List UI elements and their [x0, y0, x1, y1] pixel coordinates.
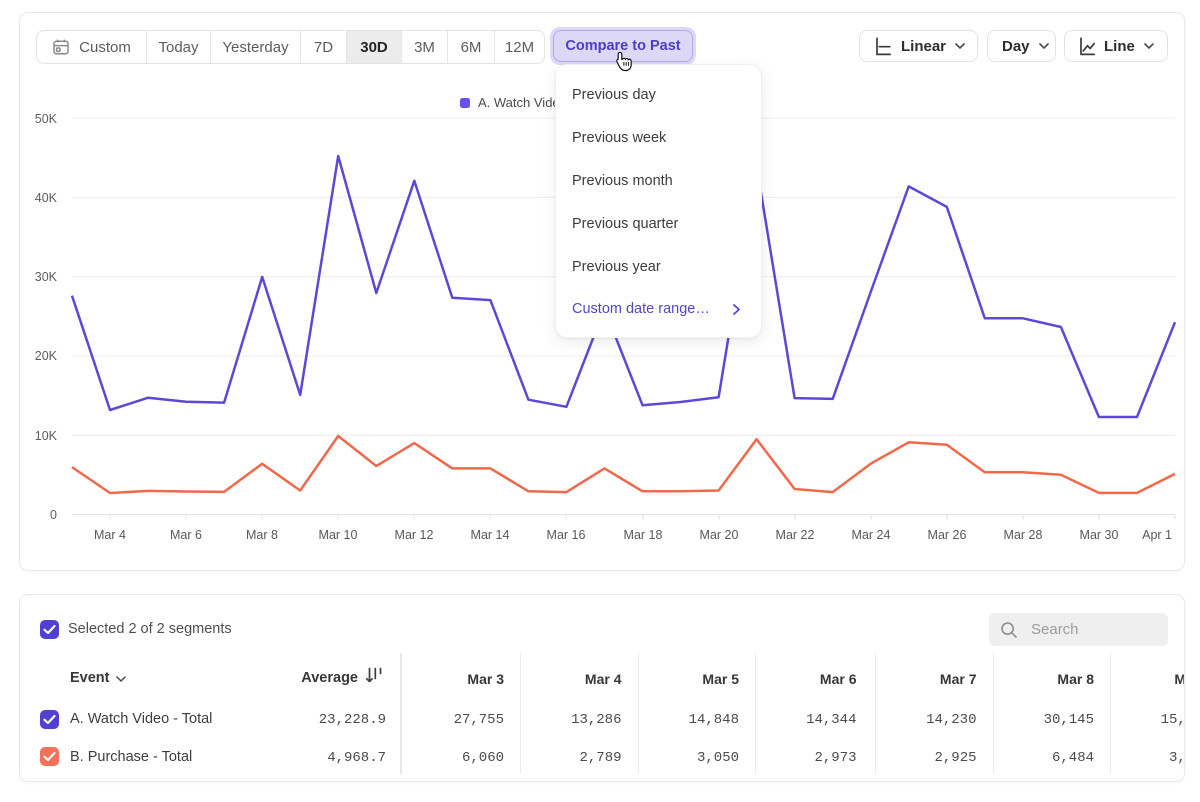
- svg-text:50K: 50K: [35, 112, 58, 126]
- svg-text:10K: 10K: [35, 429, 58, 443]
- svg-text:Mar 4: Mar 4: [94, 528, 126, 542]
- svg-text:Mar 28: Mar 28: [1004, 528, 1043, 542]
- svg-text:Apr 1: Apr 1: [1142, 528, 1172, 542]
- svg-text:Mar 6: Mar 6: [170, 528, 202, 542]
- svg-text:0: 0: [50, 508, 57, 522]
- svg-text:Mar 30: Mar 30: [1080, 528, 1119, 542]
- svg-text:Mar 16: Mar 16: [547, 528, 586, 542]
- svg-text:30K: 30K: [35, 270, 58, 284]
- svg-text:Mar 18: Mar 18: [624, 528, 663, 542]
- svg-text:40K: 40K: [35, 191, 58, 205]
- svg-text:Mar 24: Mar 24: [852, 528, 891, 542]
- svg-text:Mar 14: Mar 14: [471, 528, 510, 542]
- svg-text:Mar 8: Mar 8: [246, 528, 278, 542]
- svg-text:Mar 20: Mar 20: [700, 528, 739, 542]
- svg-text:20K: 20K: [35, 349, 58, 363]
- svg-text:Mar 10: Mar 10: [319, 528, 358, 542]
- svg-text:Mar 12: Mar 12: [395, 528, 434, 542]
- svg-text:Mar 26: Mar 26: [928, 528, 967, 542]
- svg-text:Mar 22: Mar 22: [776, 528, 815, 542]
